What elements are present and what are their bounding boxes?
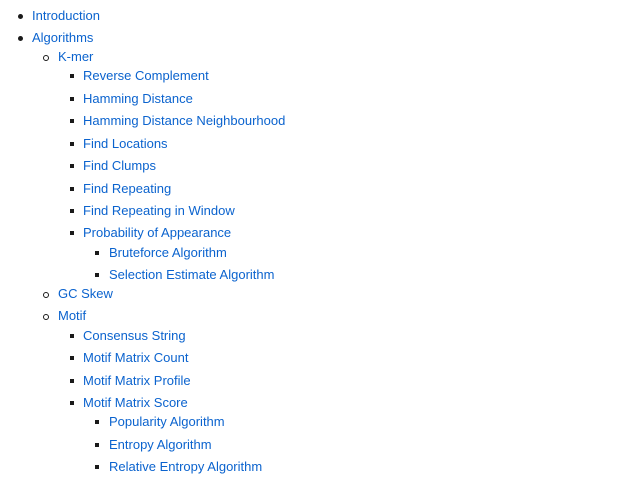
square-bullet-icon (70, 119, 74, 123)
link-relative-entropy-algorithm[interactable]: Relative Entropy Algorithm (109, 459, 262, 475)
link-algorithms[interactable]: Algorithms (32, 30, 93, 46)
circle-bullet-icon (43, 314, 49, 320)
link-motif[interactable]: Motif (58, 308, 86, 324)
link-consensus-string[interactable]: Consensus String (83, 328, 186, 344)
link-hamming-distance[interactable]: Hamming Distance (83, 91, 193, 107)
link-hamming-distance-neighbourhood[interactable]: Hamming Distance Neighbourhood (83, 113, 285, 129)
square-bullet-icon (70, 187, 74, 191)
link-find-locations[interactable]: Find Locations (83, 136, 168, 152)
square-bullet-icon (95, 251, 99, 255)
square-bullet-icon (70, 209, 74, 213)
circle-bullet-icon (43, 292, 49, 298)
link-kmer[interactable]: K-mer (58, 49, 93, 65)
square-bullet-icon (70, 74, 74, 78)
square-bullet-icon (95, 465, 99, 469)
circle-bullet-icon (43, 55, 49, 61)
square-bullet-icon (70, 356, 74, 360)
square-bullet-icon (95, 420, 99, 424)
square-bullet-icon (70, 164, 74, 168)
link-selection-estimate-algorithm[interactable]: Selection Estimate Algorithm (109, 267, 274, 283)
disc-bullet-icon (18, 14, 23, 19)
link-popularity-algorithm[interactable]: Popularity Algorithm (109, 414, 225, 430)
square-bullet-icon (95, 273, 99, 277)
square-bullet-icon (70, 401, 74, 405)
link-motif-matrix-score[interactable]: Motif Matrix Score (83, 395, 188, 411)
link-gc-skew[interactable]: GC Skew (58, 286, 113, 302)
link-find-clumps[interactable]: Find Clumps (83, 158, 156, 174)
table-of-contents: Introduction Algorithms K-mer Reverse Co… (0, 0, 640, 480)
square-bullet-icon (70, 231, 74, 235)
link-motif-matrix-profile[interactable]: Motif Matrix Profile (83, 373, 191, 389)
link-reverse-complement[interactable]: Reverse Complement (83, 68, 209, 84)
square-bullet-icon (70, 334, 74, 338)
disc-bullet-icon (18, 36, 23, 41)
link-introduction[interactable]: Introduction (32, 8, 100, 24)
square-bullet-icon (70, 379, 74, 383)
link-probability-of-appearance[interactable]: Probability of Appearance (83, 225, 231, 241)
square-bullet-icon (70, 142, 74, 146)
square-bullet-icon (70, 97, 74, 101)
link-find-repeating-in-window[interactable]: Find Repeating in Window (83, 203, 235, 219)
square-bullet-icon (95, 443, 99, 447)
link-motif-matrix-count[interactable]: Motif Matrix Count (83, 350, 188, 366)
link-find-repeating[interactable]: Find Repeating (83, 181, 171, 197)
link-bruteforce-algorithm[interactable]: Bruteforce Algorithm (109, 245, 227, 261)
link-entropy-algorithm[interactable]: Entropy Algorithm (109, 437, 212, 453)
